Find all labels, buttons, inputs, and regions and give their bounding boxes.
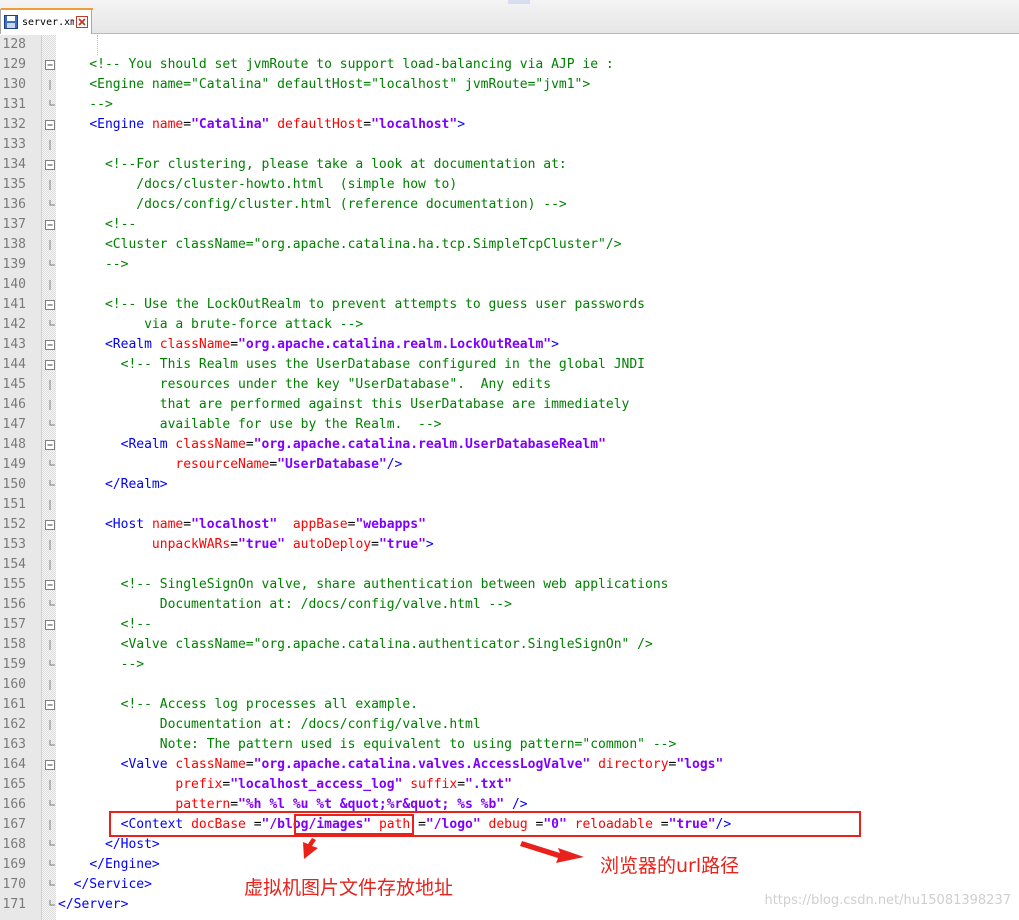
arrow-to-docbase — [303, 838, 318, 859]
watermark: https://blog.csdn.net/hu15081398237 — [764, 893, 1011, 908]
docbase-annotation-label: 虚拟机图片文件存放地址 — [244, 877, 454, 899]
arrow-to-url-path — [520, 841, 584, 863]
url-path-annotation-label: 浏览器的url路径 — [600, 855, 740, 877]
annotation-arrows — [303, 838, 584, 863]
